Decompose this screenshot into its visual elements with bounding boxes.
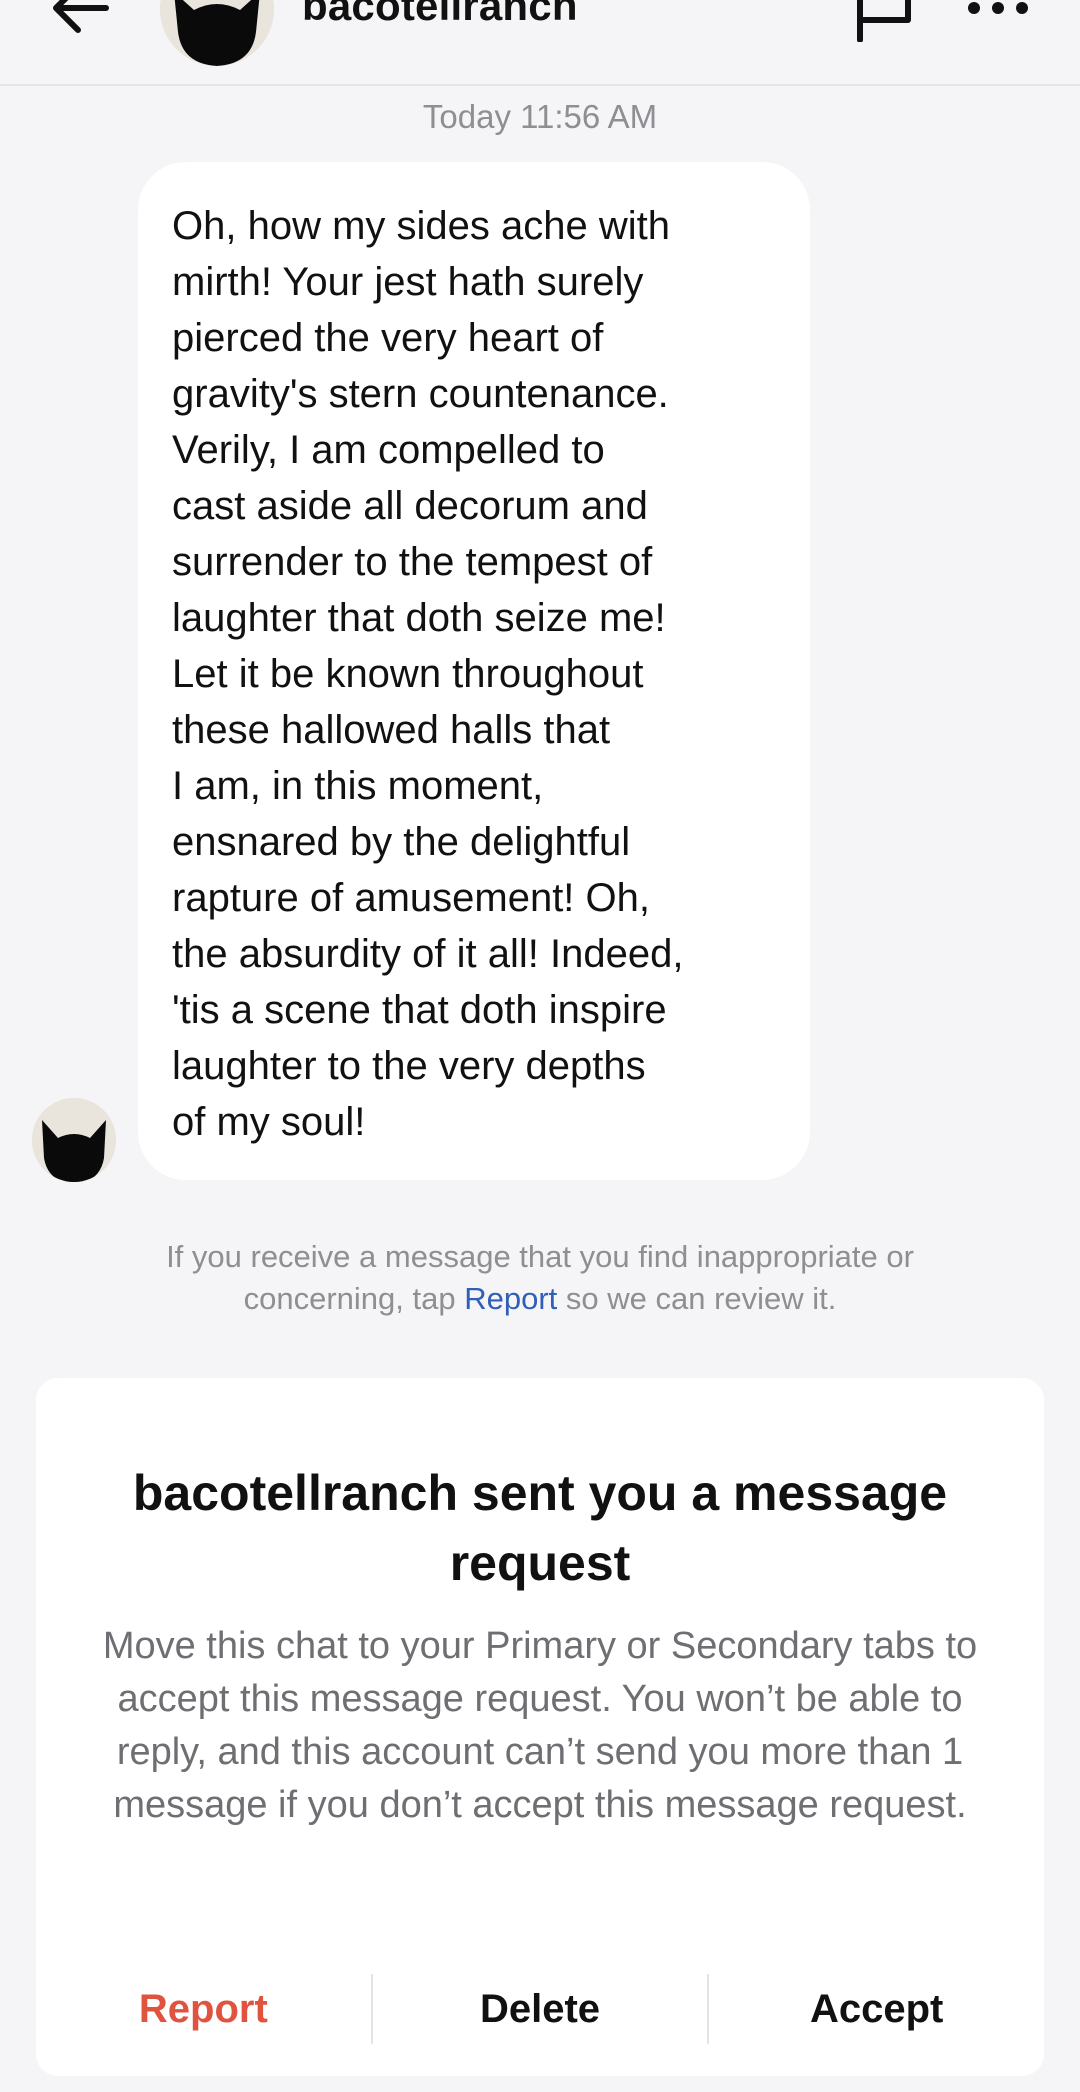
report-notice: If you receive a message that you find i… (120, 1236, 960, 1320)
message-timestamp: Today 11:56 AM (422, 98, 658, 135)
more-options-button[interactable] (966, 0, 1030, 26)
chat-header: bacotellranch (0, 0, 1080, 86)
report-button[interactable]: Report (36, 1987, 371, 2032)
header-username[interactable]: bacotellranch (302, 0, 578, 30)
sender-avatar[interactable] (32, 1098, 116, 1182)
accept-button[interactable]: Accept (709, 1987, 1044, 2032)
notice-text-after: so we can review it. (557, 1281, 837, 1316)
request-actions: Report Delete Accept (36, 1974, 1044, 2044)
more-horizontal-icon (968, 2, 1028, 14)
arrow-left-icon (53, 0, 109, 33)
request-description: Move this chat to your Primary or Second… (102, 1625, 978, 1826)
flag-icon (857, 0, 911, 43)
report-link[interactable]: Report (464, 1281, 557, 1316)
black-cat-avatar (32, 1098, 116, 1182)
message-request-card: bacotellranch sent you a message request… (36, 1378, 1044, 2076)
delete-button[interactable]: Delete (373, 1987, 708, 2032)
flag-button[interactable] (854, 0, 916, 43)
back-button[interactable] (48, 0, 112, 36)
request-title: bacotellranch sent you a message request (132, 1465, 948, 1591)
black-cat-avatar (160, 0, 274, 66)
message-bubble[interactable]: Oh, how my sides ache with mirth! Your j… (138, 162, 810, 1180)
message-text: Oh, how my sides ache with mirth! Your j… (172, 204, 684, 1144)
header-avatar[interactable] (160, 0, 274, 66)
